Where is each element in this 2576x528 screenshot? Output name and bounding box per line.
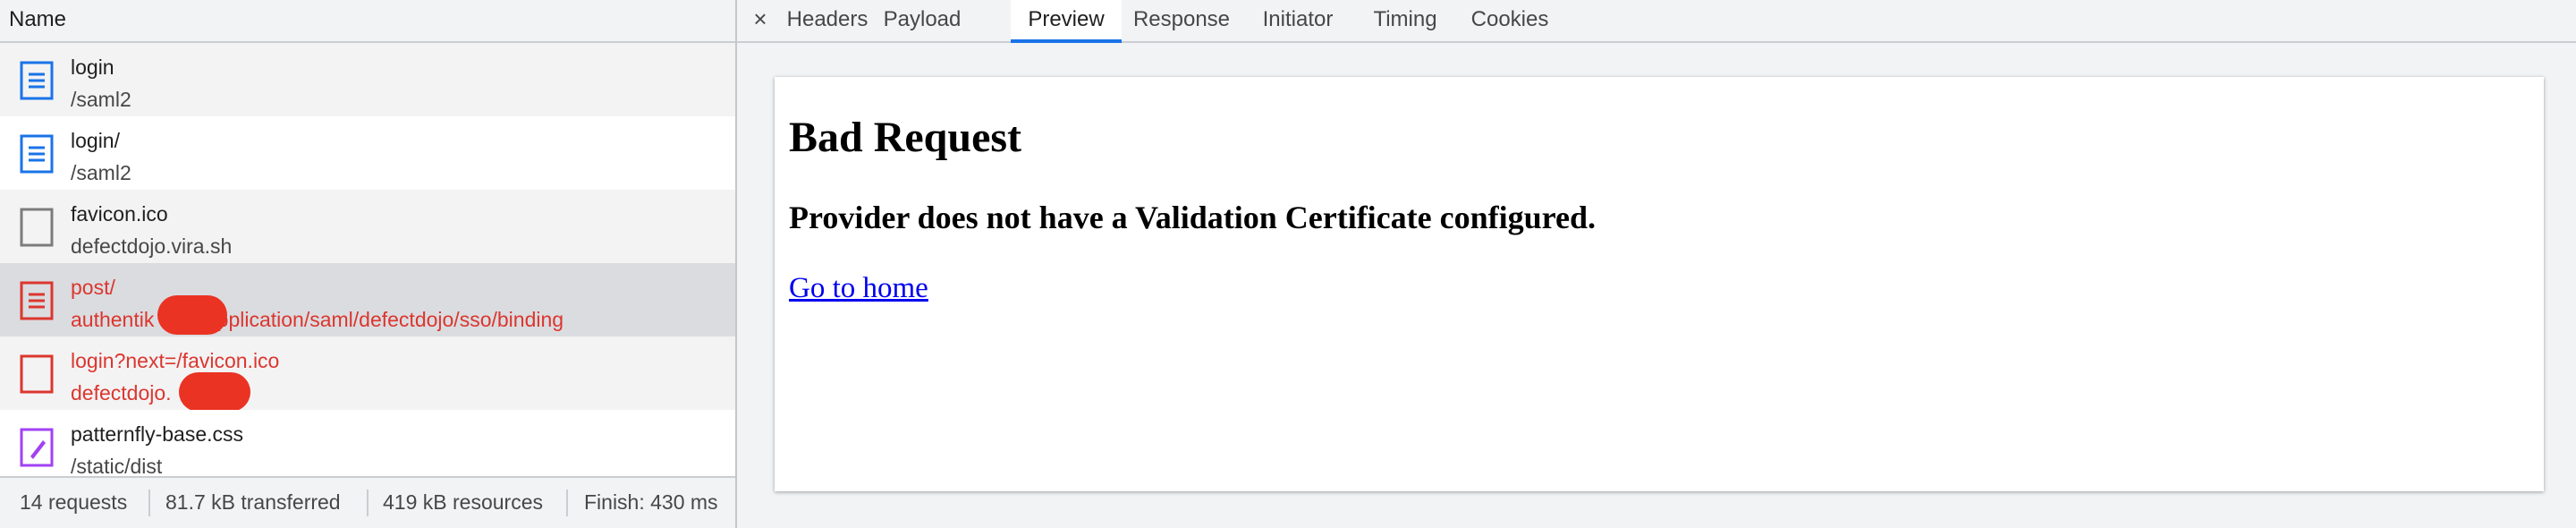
status-divider [148, 490, 150, 516]
request-row-login-next[interactable]: login?next=/favicon.ico defectdojo. [0, 336, 735, 412]
response-preview: Bad Request Provider does not have a Val… [775, 77, 2544, 491]
detail-tab-bar: × Headers Payload Preview Response Initi… [737, 0, 2576, 43]
request-path: defectdojo.vira.sh [71, 234, 233, 258]
request-detail-pane: × Headers Payload Preview Response Initi… [737, 0, 2576, 528]
request-name: favicon.ico [71, 202, 168, 226]
request-path: defectdojo. [71, 381, 172, 405]
tab-timing[interactable]: Timing [1363, 0, 1447, 41]
tab-headers[interactable]: Headers [785, 0, 869, 41]
redaction-mark [179, 372, 250, 412]
status-divider [367, 490, 369, 516]
request-count: 14 requests [20, 490, 128, 514]
request-path: authentik /application/saml/defectdojo/s… [71, 308, 564, 331]
request-name: login [71, 55, 114, 79]
request-row-favicon[interactable]: favicon.ico defectdojo.vira.sh [0, 190, 735, 263]
resources-size: 419 kB resources [383, 490, 543, 514]
request-row-login[interactable]: login /saml2 [0, 43, 735, 116]
document-error-icon [20, 281, 54, 320]
document-icon [20, 61, 54, 100]
preview-heading: Bad Request [789, 114, 1022, 161]
request-name: login/ [71, 129, 120, 152]
request-path: /saml2 [71, 161, 131, 184]
tab-response[interactable]: Response [1127, 0, 1236, 41]
request-row-login-slash[interactable]: login/ /saml2 [0, 116, 735, 190]
request-path: /static/dist [71, 455, 163, 476]
tab-cookies[interactable]: Cookies [1463, 0, 1556, 41]
status-bar: 14 requests 81.7 kB transferred 419 kB r… [0, 476, 735, 528]
request-row-patternfly-css[interactable]: patternfly-base.css /static/dist [0, 410, 735, 476]
preview-error-message: Provider does not have a Validation Cert… [789, 200, 1596, 235]
request-name: post/ [71, 276, 115, 299]
tab-preview[interactable]: Preview [1011, 0, 1122, 43]
request-path: /saml2 [71, 88, 131, 111]
file-error-icon [20, 354, 54, 394]
request-list-pane: Name login /saml2 login/ /saml2 favicon.… [0, 0, 737, 528]
tab-initiator[interactable]: Initiator [1250, 0, 1345, 41]
name-column-label: Name [9, 7, 67, 31]
redaction-mark [157, 295, 227, 335]
go-to-home-link[interactable]: Go to home [789, 272, 928, 305]
transferred-size: 81.7 kB transferred [165, 490, 341, 514]
request-row-post-binding[interactable]: post/ authentik /application/saml/defect… [0, 263, 735, 336]
finish-time: Finish: 430 ms [584, 490, 718, 514]
status-divider [566, 490, 568, 516]
stylesheet-icon [20, 428, 54, 467]
close-icon[interactable]: × [750, 5, 771, 33]
tab-payload[interactable]: Payload [875, 0, 970, 41]
file-icon [20, 208, 54, 247]
request-name: patternfly-base.css [71, 422, 244, 446]
request-name: login?next=/favicon.ico [71, 349, 280, 372]
document-icon [20, 134, 54, 174]
name-column-header[interactable]: Name [0, 0, 735, 43]
